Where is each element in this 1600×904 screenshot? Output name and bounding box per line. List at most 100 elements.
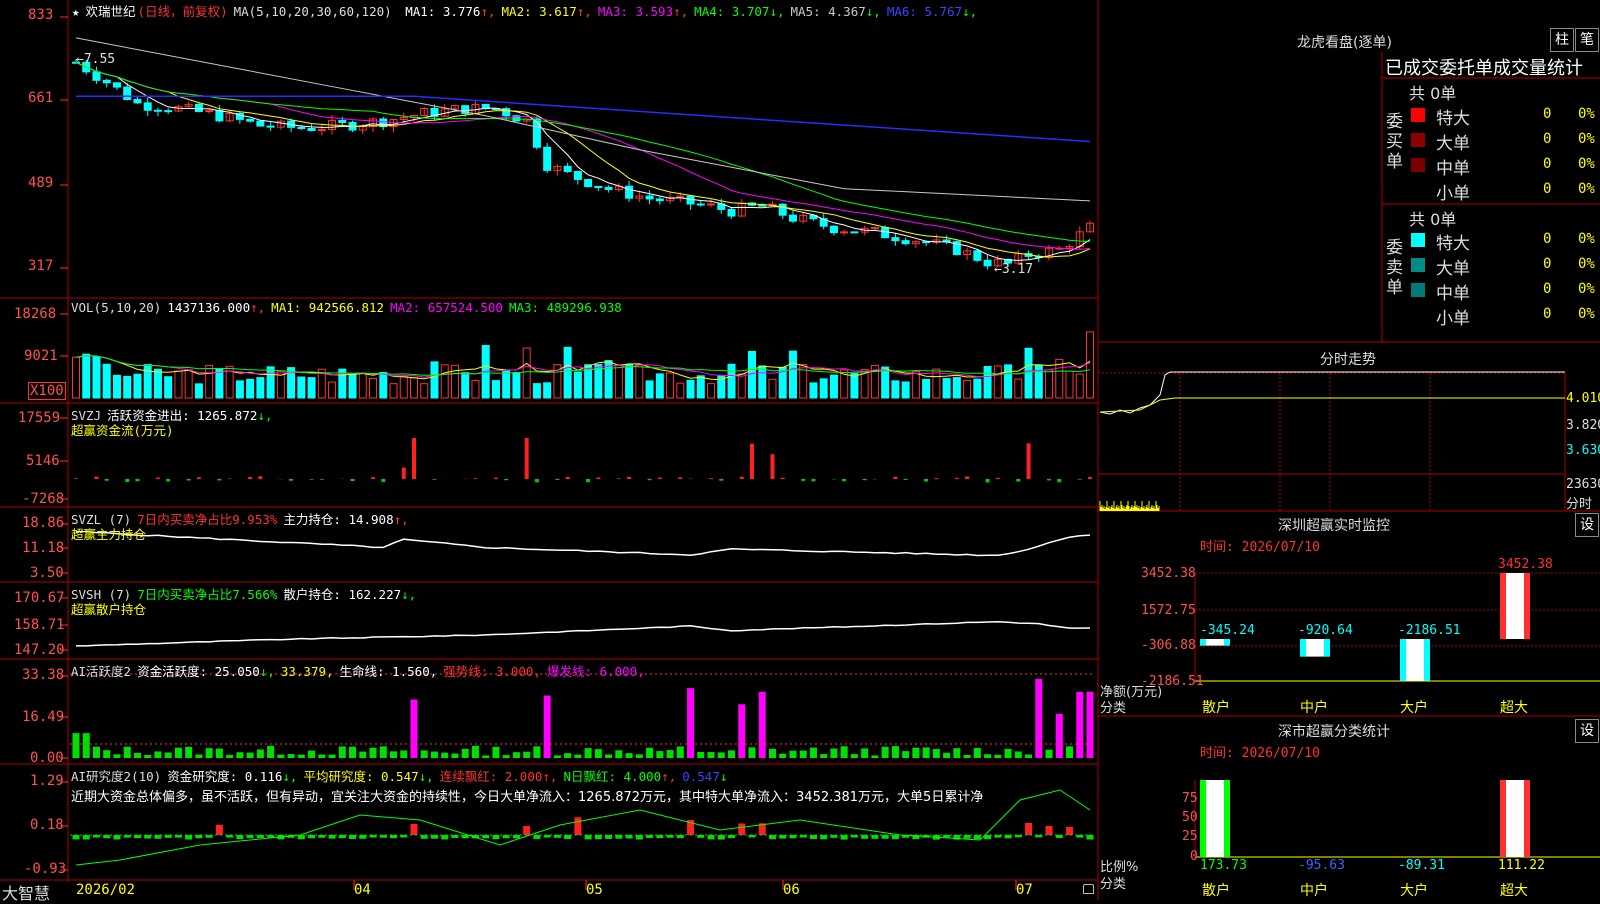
candle-body	[574, 171, 581, 179]
svsh-ratio: 7日内买卖净占比7.566%	[137, 587, 277, 602]
ai1-bar	[1015, 751, 1022, 758]
ai1-bar	[226, 755, 233, 758]
order-count: 0	[1543, 231, 1551, 247]
svzl-tick: 18.86	[22, 515, 64, 531]
vol-tick: 18268	[14, 306, 56, 322]
ai1-bar	[288, 754, 295, 758]
x-label: 05	[586, 882, 603, 898]
ma-legend-item: MA2: 3.617↑,	[502, 4, 592, 19]
ai2-last: 0.547	[682, 769, 720, 784]
ai2-bar	[861, 835, 868, 839]
volume-bar	[175, 371, 182, 398]
ai1-bar	[544, 695, 551, 758]
ai1-bar	[718, 752, 725, 758]
dragon-tiger-title: 龙虎看盘(逐单)	[1297, 32, 1392, 52]
order-type: 大单	[1436, 129, 1470, 154]
pane-grid	[0, 0, 1600, 900]
bar-view-button[interactable]: 柱	[1550, 28, 1574, 52]
ai1-bar	[636, 754, 643, 758]
volume-bar	[370, 378, 377, 398]
ai1-bar	[103, 750, 110, 758]
intraday-avg	[1100, 398, 1565, 412]
ai1-bar	[451, 753, 458, 758]
ai2-bar	[708, 835, 715, 839]
ai1-bar	[411, 699, 418, 758]
chart-canvas[interactable]	[0, 0, 1600, 900]
tick-view-button[interactable]: 笔	[1575, 28, 1599, 52]
ma120-line	[76, 96, 1090, 141]
svzj-bar	[402, 468, 406, 479]
ai1-bar	[298, 755, 305, 758]
volume-bars	[73, 332, 1094, 398]
volume-bar	[984, 366, 991, 398]
ai2-arrow5: ↓	[720, 769, 728, 784]
volume-bar	[113, 375, 120, 398]
vol-tick: 9021	[24, 348, 58, 364]
volume-bar	[615, 365, 622, 398]
candle-body	[544, 147, 551, 170]
classify-bar-edge	[1200, 780, 1206, 857]
volume-bar	[1056, 359, 1063, 398]
svzj-bar	[678, 477, 682, 479]
svsh-tick: 170.67	[14, 590, 65, 606]
chart-mode[interactable]: (日线，前复权)	[138, 4, 228, 19]
svzj-bar	[494, 478, 498, 479]
ai2-bar	[984, 835, 991, 839]
candle-body	[533, 119, 540, 147]
vol-ma2: MA2: 657524.500	[390, 300, 503, 315]
volume-bar	[349, 374, 356, 398]
svzj-bar	[125, 479, 129, 482]
volume-bar	[380, 373, 387, 398]
svzj-bar	[801, 479, 805, 481]
color-swatch	[1411, 233, 1425, 247]
candle-body	[626, 186, 633, 198]
monitor-settings-button[interactable]: 设	[1575, 513, 1599, 537]
ai2-bar	[154, 835, 161, 839]
ai2-bar	[124, 835, 131, 838]
svsh-hold: 散户持仓: 162.227	[283, 587, 401, 602]
svzj-bar	[1057, 479, 1061, 482]
brand-label: 大智慧	[2, 880, 50, 904]
monitor-tick: -306.88	[1141, 638, 1196, 653]
ai2-bar	[615, 835, 622, 839]
ai1-title: AI活跃度2	[71, 664, 131, 679]
candle-body	[247, 119, 254, 121]
ai2-bar	[605, 835, 612, 839]
monitor-category: 散户	[1202, 697, 1230, 717]
monitor-bar-edge	[1500, 573, 1506, 639]
candle-body	[923, 242, 930, 243]
svzj-tick: 5146	[26, 453, 60, 469]
volume-bar	[708, 384, 715, 398]
volume-bar	[656, 374, 663, 398]
star-icon[interactable]: ★	[72, 4, 80, 19]
svzj-bar	[525, 438, 529, 479]
vol-ma1: MA1: 942566.812	[271, 300, 384, 315]
classify-settings-button[interactable]: 设	[1575, 719, 1599, 743]
color-swatch	[1411, 108, 1425, 122]
volume-bar	[1076, 374, 1083, 398]
x-label: 04	[354, 882, 371, 898]
candle-body	[882, 228, 889, 238]
ai2-bar	[236, 835, 243, 839]
ai2-bar	[492, 835, 499, 839]
candle-body	[892, 238, 899, 241]
lock-icon[interactable]	[1083, 884, 1094, 894]
svsh-tick: 147.20	[14, 642, 65, 658]
low-marker: ←3.17	[994, 262, 1033, 277]
ai1-bar	[523, 752, 530, 758]
ma-legend-item: MA3: 3.593↑,	[598, 4, 688, 19]
volume-bar	[124, 376, 131, 398]
ai2-arrow3: ↑,	[542, 769, 557, 784]
ai1-bar	[431, 752, 438, 758]
ai1-bar	[329, 755, 336, 758]
svzj-bar	[197, 477, 201, 479]
ai1-bar	[165, 753, 172, 758]
ma-legend: MA1: 3.776↑,MA2: 3.617↑,MA3: 3.593↑,MA4:…	[405, 4, 983, 19]
ai1-strong: 强势线: 3.000,	[443, 664, 541, 679]
ai2-bar	[144, 835, 151, 838]
volume-bar	[411, 378, 418, 398]
ai2-bar	[421, 835, 428, 839]
volume-bar	[974, 379, 981, 398]
volume-bar	[820, 379, 827, 398]
candle-body	[605, 187, 612, 189]
